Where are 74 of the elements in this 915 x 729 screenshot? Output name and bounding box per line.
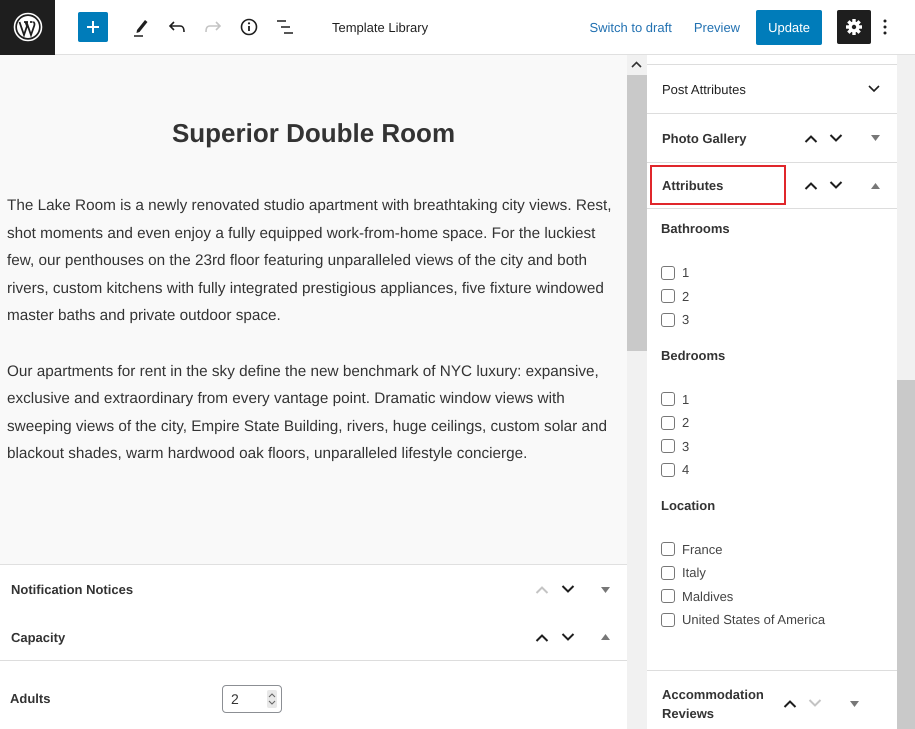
group-heading: Bathrooms bbox=[661, 221, 731, 236]
meta-box-title: Capacity bbox=[11, 630, 66, 644]
meta-box-title: Notification Notices bbox=[11, 582, 134, 597]
checkbox[interactable] bbox=[661, 266, 675, 280]
collapse-icon[interactable] bbox=[871, 182, 880, 188]
list-view-icon[interactable] bbox=[276, 19, 294, 35]
checkbox[interactable] bbox=[661, 416, 675, 430]
collapse-icon[interactable] bbox=[601, 634, 610, 640]
panel-title: Attributes bbox=[662, 177, 724, 195]
panel-title: Photo Gallery bbox=[662, 130, 748, 148]
panel-header[interactable]: Accommodation Reviews bbox=[647, 670, 897, 729]
move-down-icon[interactable] bbox=[829, 181, 843, 190]
panel-title: Post Attributes bbox=[662, 80, 747, 98]
scrollbar-thumb[interactable] bbox=[897, 380, 915, 729]
panel-header[interactable]: Post Attributes bbox=[647, 65, 897, 113]
meta-box-header[interactable]: Notification Notices bbox=[0, 565, 627, 614]
info-icon[interactable] bbox=[240, 18, 258, 36]
checkbox-label: 2 bbox=[682, 288, 690, 304]
checkbox-label: Italy bbox=[682, 565, 706, 580]
expand-icon[interactable] bbox=[601, 586, 610, 592]
checkbox-label: United States of America bbox=[682, 612, 826, 628]
checkbox[interactable] bbox=[661, 289, 675, 304]
checkbox-label: 3 bbox=[682, 312, 690, 328]
post-title[interactable]: Superior Double Room bbox=[7, 118, 620, 149]
checkbox[interactable] bbox=[661, 589, 675, 604]
checkbox[interactable] bbox=[661, 612, 675, 627]
checkbox-label: Maldives bbox=[682, 588, 734, 604]
checkbox[interactable] bbox=[661, 392, 675, 406]
move-down-icon[interactable] bbox=[561, 632, 575, 642]
group-heading: Bedrooms bbox=[661, 348, 726, 362]
move-up-icon[interactable] bbox=[804, 134, 818, 142]
plus-icon bbox=[86, 20, 100, 34]
spinner-icon[interactable] bbox=[267, 690, 277, 708]
checkbox[interactable] bbox=[661, 542, 675, 556]
header-link[interactable]: Preview bbox=[694, 20, 740, 34]
undo-icon[interactable] bbox=[168, 20, 186, 34]
more-options-icon[interactable] bbox=[883, 19, 887, 35]
header-link[interactable]: Switch to draft bbox=[589, 20, 672, 34]
wordpress-logo-icon[interactable] bbox=[12, 12, 42, 42]
add-block-button[interactable] bbox=[78, 12, 108, 42]
checkbox-label: France bbox=[682, 542, 722, 557]
checkbox[interactable] bbox=[661, 312, 675, 327]
move-up-icon[interactable] bbox=[535, 632, 549, 642]
checkbox-label: 4 bbox=[682, 462, 690, 478]
panel-header[interactable]: Attributes bbox=[647, 163, 897, 209]
scroll-up-icon[interactable] bbox=[631, 61, 642, 68]
document-title[interactable]: Template Library bbox=[332, 20, 428, 34]
checkbox-label: 3 bbox=[682, 438, 690, 454]
chevron-down-icon[interactable] bbox=[868, 85, 880, 93]
expand-icon[interactable] bbox=[871, 135, 880, 141]
checkbox[interactable] bbox=[661, 439, 675, 454]
paragraph[interactable]: Our apartments for rent in the sky define the new benchmark of NYC luxury: expansive, exclusive and extraordinary from every vantage point. Dramatic window views with sweeping views of the city, Empire State Building, rivers, huge ceilings, custom solar and blackout shades, warm hardwood oak floors, unparalleled lifestyle concierge. bbox=[7, 358, 620, 468]
checkbox-label: 1 bbox=[682, 265, 690, 280]
move-up-icon[interactable] bbox=[804, 181, 818, 190]
move-up-icon[interactable] bbox=[783, 699, 797, 708]
group-heading: Location bbox=[661, 498, 716, 512]
update-button[interactable]: Update bbox=[756, 10, 822, 44]
expand-icon[interactable] bbox=[850, 700, 859, 706]
settings-icon bbox=[845, 18, 863, 36]
checkbox[interactable] bbox=[661, 566, 675, 580]
settings-button[interactable] bbox=[837, 10, 871, 44]
checkbox-label: 1 bbox=[682, 392, 690, 407]
move-down-icon[interactable] bbox=[561, 585, 575, 594]
panel-header[interactable]: Photo Gallery bbox=[647, 114, 897, 162]
panel-title: Accommodation Reviews bbox=[662, 686, 765, 722]
field-label: Adults bbox=[10, 691, 52, 706]
checkbox-label: 2 bbox=[682, 415, 690, 430]
scrollbar-thumb[interactable] bbox=[627, 75, 647, 351]
checkbox[interactable] bbox=[661, 462, 675, 477]
paragraph[interactable]: The Lake Room is a newly renovated studio apartment with breathtaking city views. Rest, shot moments and even enjoy a fully equipped work-from-home space. For the luckiest few, our penthouses on the 23rd floor featuring unparalleled views of the city and both rivers, custom kitchens with fully integrated prestigious appliances, five fixture windowed master baths and private outdoor space. bbox=[7, 192, 620, 330]
meta-box-header[interactable]: Capacity bbox=[0, 614, 627, 661]
pencil-icon[interactable] bbox=[132, 17, 150, 37]
move-down-icon[interactable] bbox=[829, 134, 843, 142]
number-input[interactable]: 2 bbox=[222, 684, 282, 712]
